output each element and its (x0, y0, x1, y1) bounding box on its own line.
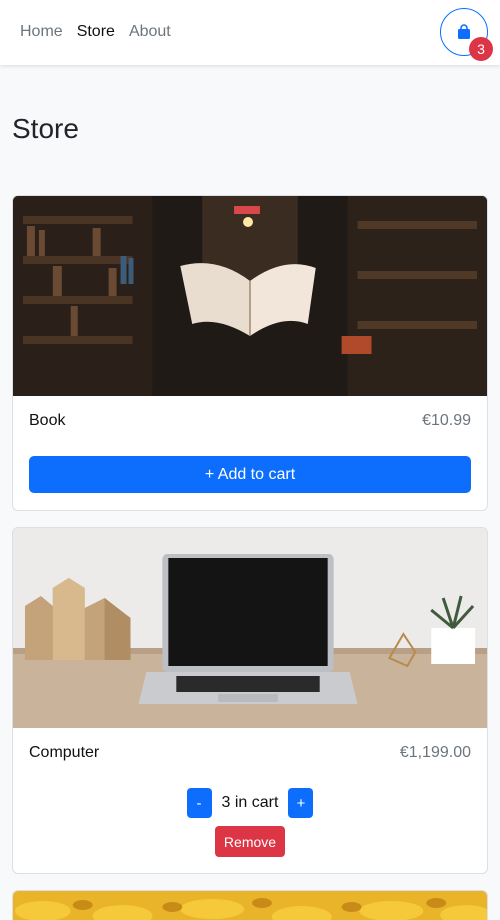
product-card-computer: Computer €1,199.00 - 3 in cart + Remove (12, 527, 488, 874)
add-to-cart-button[interactable]: + Add to cart (29, 456, 471, 493)
quantity-label: 3 in cart (221, 794, 279, 811)
nav-links: Home Store About (20, 22, 185, 42)
product-name: Computer (29, 744, 100, 761)
quantity-controls: - 3 in cart + (13, 788, 487, 818)
increment-button[interactable]: + (288, 788, 314, 818)
shopping-bag-icon (458, 24, 470, 39)
nav-link-about[interactable]: About (129, 22, 171, 42)
bananas-photo (13, 891, 487, 920)
remove-button[interactable]: Remove (215, 826, 285, 857)
nav-link-store[interactable]: Store (77, 22, 115, 42)
cart-count-badge: 3 (469, 37, 493, 61)
main-content: Store Book €10.99 + Add to cart Computer… (0, 65, 500, 920)
product-price: €1,199.00 (399, 744, 471, 761)
product-card-bananas (12, 890, 488, 920)
product-name: Book (29, 412, 66, 429)
page-title: Store (12, 113, 79, 144)
product-card-book: Book €10.99 + Add to cart (12, 195, 488, 511)
flying-book-in-library-photo (13, 196, 487, 396)
product-price: €10.99 (422, 412, 471, 429)
navbar: Home Store About 3 (0, 0, 500, 65)
laptop-on-desk-photo (13, 528, 487, 728)
decrement-button[interactable]: - (186, 788, 212, 818)
nav-link-home[interactable]: Home (20, 22, 63, 42)
